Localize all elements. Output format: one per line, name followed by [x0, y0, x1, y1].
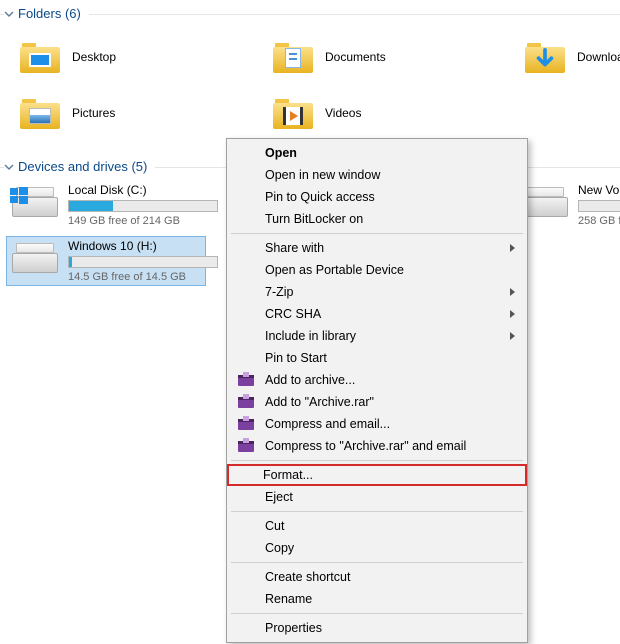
separator: [231, 562, 523, 563]
section-header-folders-label: Folders (6): [18, 6, 81, 21]
ctx-add-archive-rar[interactable]: Add to "Archive.rar": [229, 391, 525, 413]
section-header-devices-label: Devices and drives (5): [18, 159, 147, 174]
separator: [231, 613, 523, 614]
folders-grid: Desktop Documents Downloa Pictures Video…: [0, 23, 620, 153]
drive-capacity-bar: [578, 200, 620, 212]
folder-downloads-icon: [525, 41, 565, 73]
download-arrow-icon: [533, 51, 557, 69]
ctx-pin-start[interactable]: Pin to Start: [229, 347, 525, 369]
ctx-7zip[interactable]: 7-Zip: [229, 281, 525, 303]
context-menu: Open Open in new window Pin to Quick acc…: [226, 138, 528, 643]
drive-icon: [12, 239, 58, 273]
folder-label: Videos: [325, 106, 361, 120]
ctx-rename[interactable]: Rename: [229, 588, 525, 610]
separator: [231, 233, 523, 234]
folder-pictures-icon: [20, 97, 60, 129]
folder-documents[interactable]: Documents: [273, 41, 386, 73]
ctx-open-new-window[interactable]: Open in new window: [229, 164, 525, 186]
ctx-pin-quick-access[interactable]: Pin to Quick access: [229, 186, 525, 208]
ctx-share-with[interactable]: Share with: [229, 237, 525, 259]
chevron-down-icon: [4, 9, 14, 19]
folder-label: Desktop: [72, 50, 116, 64]
folder-desktop-icon: [20, 41, 60, 73]
ctx-cut[interactable]: Cut: [229, 515, 525, 537]
folder-downloads[interactable]: Downloa: [525, 41, 620, 73]
ctx-eject[interactable]: Eject: [229, 486, 525, 508]
ctx-open-portable[interactable]: Open as Portable Device: [229, 259, 525, 281]
ctx-add-archive[interactable]: Add to archive...: [229, 369, 525, 391]
folder-label: Pictures: [72, 106, 115, 120]
winrar-icon: [237, 415, 255, 433]
ctx-bitlocker[interactable]: Turn BitLocker on: [229, 208, 525, 230]
drive-capacity-bar: [68, 200, 218, 212]
drive-free-text: 14.5 GB free of 14.5 GB: [68, 271, 200, 283]
winrar-icon: [237, 393, 255, 411]
section-header-folders[interactable]: Folders (6): [0, 4, 620, 23]
folder-pictures[interactable]: Pictures: [20, 97, 115, 129]
ctx-create-shortcut[interactable]: Create shortcut: [229, 566, 525, 588]
ctx-copy[interactable]: Copy: [229, 537, 525, 559]
ctx-compress-email[interactable]: Compress and email...: [229, 413, 525, 435]
folder-videos-icon: [273, 97, 313, 129]
separator: [231, 460, 523, 461]
drive-c[interactable]: Local Disk (C:) 149 GB free of 214 GB: [6, 180, 206, 230]
folder-desktop[interactable]: Desktop: [20, 41, 116, 73]
drive-icon: [522, 183, 568, 217]
drive-free-text: 149 GB free of 214 GB: [68, 215, 200, 227]
drive-name: Local Disk (C:): [68, 183, 200, 197]
drive-ext[interactable]: New Volu 258 GB fr: [516, 180, 620, 230]
folder-videos[interactable]: Videos: [273, 97, 361, 129]
winrar-icon: [237, 371, 255, 389]
drive-name: Windows 10 (H:): [68, 239, 200, 253]
drive-capacity-bar: [68, 256, 218, 268]
drive-h[interactable]: Windows 10 (H:) 14.5 GB free of 14.5 GB: [6, 236, 206, 286]
drive-icon: [12, 183, 58, 217]
drive-free-text: 258 GB fr: [578, 215, 620, 227]
folder-label: Documents: [325, 50, 386, 64]
ctx-properties[interactable]: Properties: [229, 617, 525, 639]
separator: [231, 511, 523, 512]
ctx-compress-rar-email[interactable]: Compress to "Archive.rar" and email: [229, 435, 525, 457]
chevron-down-icon: [4, 162, 14, 172]
ctx-include-library[interactable]: Include in library: [229, 325, 525, 347]
windows-logo-icon: [10, 187, 28, 205]
ctx-open[interactable]: Open: [229, 142, 525, 164]
folder-label: Downloa: [577, 50, 620, 64]
ctx-format[interactable]: Format...: [227, 464, 527, 486]
ctx-crc-sha[interactable]: CRC SHA: [229, 303, 525, 325]
folder-documents-icon: [273, 41, 313, 73]
winrar-icon: [237, 437, 255, 455]
drive-name: New Volu: [578, 183, 620, 197]
